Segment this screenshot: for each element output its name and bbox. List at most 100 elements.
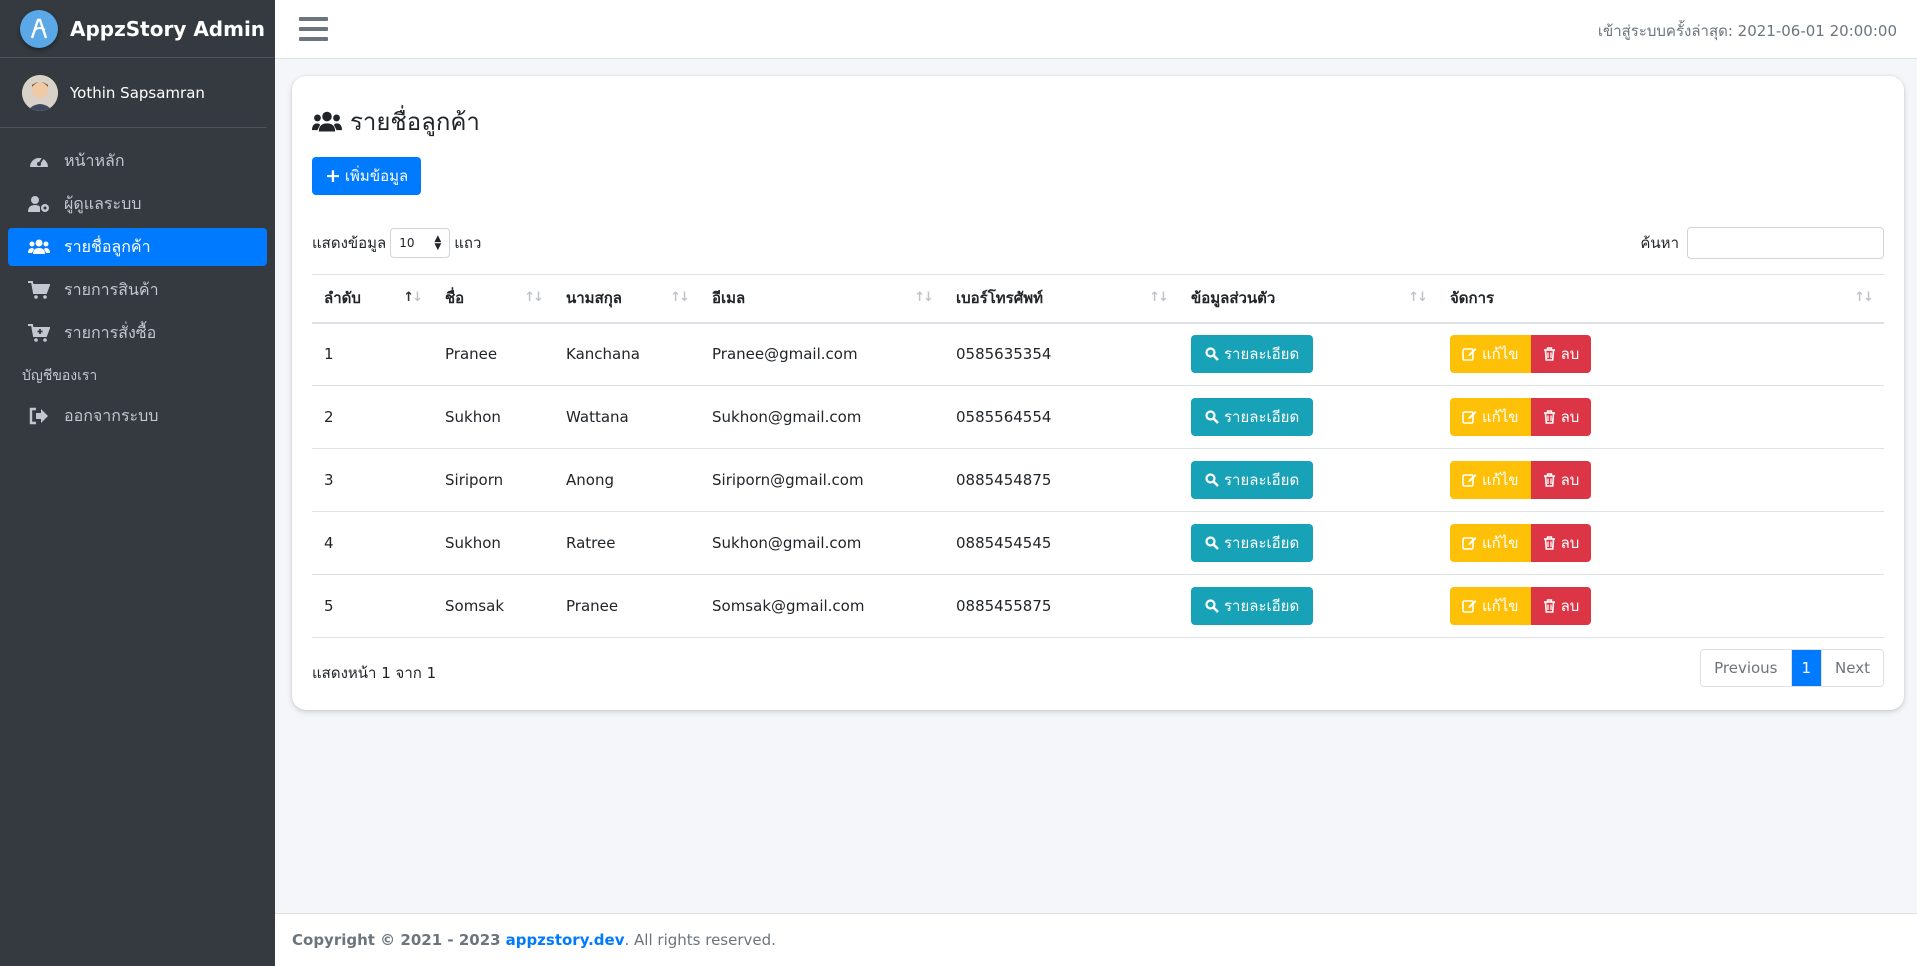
brand-link[interactable]: AppzStory Admin xyxy=(0,0,275,58)
user-name: Yothin Sapsamran xyxy=(70,83,205,102)
table-row: 2 Sukhon Wattana Sukhon@gmail.com 058556… xyxy=(312,385,1884,449)
users-icon xyxy=(28,236,50,258)
search-icon xyxy=(1205,410,1219,424)
sort-icon: ↑↓ xyxy=(670,290,690,305)
delete-button[interactable]: ลบ xyxy=(1530,461,1592,499)
cell-lastname: Anong xyxy=(554,448,700,512)
cell-profile: รายละเอียด xyxy=(1179,385,1438,449)
detail-button[interactable]: รายละเอียด xyxy=(1191,461,1314,499)
delete-button[interactable]: ลบ xyxy=(1530,524,1592,562)
trash-icon xyxy=(1543,599,1556,613)
sidebar-item-label: ออกจากระบบ xyxy=(64,405,159,425)
detail-button[interactable]: รายละเอียด xyxy=(1191,524,1314,562)
users-icon xyxy=(312,111,342,133)
pagination-previous[interactable]: Previous xyxy=(1701,650,1792,686)
sidebar-item-admins[interactable]: ผู้ดูแลระบบ xyxy=(8,185,267,223)
column-header-lastname[interactable]: นามสกุล ↑↓ xyxy=(554,274,700,324)
sidebar-item-label: รายการสินค้า xyxy=(64,279,159,299)
sidebar-nav: หน้าหลัก ผู้ดูแลระบบ รายชื่อลูกค้า รายกา… xyxy=(0,128,275,435)
brand-name: AppzStory Admin xyxy=(70,16,266,41)
detail-button[interactable]: รายละเอียด xyxy=(1191,587,1314,625)
add-button-label: เพิ่มข้อมูล xyxy=(344,167,409,185)
search-icon xyxy=(1205,599,1219,613)
delete-button-label: ลบ xyxy=(1560,408,1580,426)
footer-site-link[interactable]: appzstory.dev xyxy=(506,931,625,949)
detail-button-label: รายละเอียด xyxy=(1224,597,1300,615)
page-length-control: แสดงข้อมูล 10 ▲ ▼ แถว xyxy=(312,228,481,258)
cell-no: 4 xyxy=(312,511,433,575)
length-suffix: แถว xyxy=(454,234,482,252)
pagination-page-1[interactable]: 1 xyxy=(1791,650,1823,686)
column-header-profile[interactable]: ข้อมูลส่วนตัว ↑↓ xyxy=(1179,274,1438,324)
sidebar-item-customers[interactable]: รายชื่อลูกค้า xyxy=(8,228,267,266)
delete-button[interactable]: ลบ xyxy=(1530,335,1592,374)
edit-button[interactable]: แก้ไข xyxy=(1450,398,1531,436)
search-input[interactable] xyxy=(1687,227,1884,259)
table-row: 4 Sukhon Ratree Sukhon@gmail.com 0885454… xyxy=(312,511,1884,575)
detail-button-label: รายละเอียด xyxy=(1224,534,1300,552)
sidebar-item-orders[interactable]: รายการสั่งซื้อ xyxy=(8,314,267,352)
column-header-firstname[interactable]: ชื่อ ↑↓ xyxy=(433,274,554,324)
cell-actions: แก้ไข ลบ xyxy=(1438,322,1884,386)
sign-out-icon xyxy=(28,405,50,427)
edit-button[interactable]: แก้ไข xyxy=(1450,587,1531,625)
column-header-actions[interactable]: จัดการ ↑↓ xyxy=(1438,274,1884,324)
delete-button-label: ลบ xyxy=(1560,534,1580,552)
cell-phone: 0885454545 xyxy=(944,511,1179,575)
cell-lastname: Kanchana xyxy=(554,322,700,386)
delete-button-label: ลบ xyxy=(1560,345,1580,364)
column-header-phone[interactable]: เบอร์โทรศัพท์ ↑↓ xyxy=(944,274,1179,324)
cell-firstname: Sukhon xyxy=(433,511,554,575)
column-header-email[interactable]: อีเมล ↑↓ xyxy=(700,274,944,324)
sidebar-item-products[interactable]: รายการสินค้า xyxy=(8,271,267,309)
sort-icon: ↑↓ xyxy=(914,290,934,305)
cell-actions: แก้ไข ลบ xyxy=(1438,511,1884,575)
sidebar-item-label: รายการสั่งซื้อ xyxy=(64,322,157,342)
edit-button[interactable]: แก้ไข xyxy=(1450,335,1531,374)
edit-icon xyxy=(1462,536,1477,550)
cell-email: Sukhon@gmail.com xyxy=(700,385,944,449)
table-row: 1 Pranee Kanchana Pranee@gmail.com 05856… xyxy=(312,322,1884,386)
trash-icon xyxy=(1543,473,1556,487)
cell-profile: รายละเอียด xyxy=(1179,448,1438,512)
edit-button-label: แก้ไข xyxy=(1482,534,1519,552)
delete-button-label: ลบ xyxy=(1560,597,1580,615)
table-header-row: ลำดับ ↑↓ ชื่อ ↑↓ นามสกุล ↑↓ อีเมล ↑↓ เบอร์โท… xyxy=(312,274,1884,324)
detail-button-label: รายละเอียด xyxy=(1224,345,1300,364)
delete-button[interactable]: ลบ xyxy=(1530,587,1592,625)
sidebar-item-label: รายชื่อลูกค้า xyxy=(64,236,151,256)
customers-card: รายชื่อลูกค้า + เพิ่มข้อมูล แสดงข้อมูล 1… xyxy=(292,76,1904,710)
detail-button[interactable]: รายละเอียด xyxy=(1191,335,1314,374)
cell-email: Siriporn@gmail.com xyxy=(700,448,944,512)
delete-button[interactable]: ลบ xyxy=(1530,398,1592,436)
footer: Copyright © 2021 - 2023 appzstory.dev . … xyxy=(275,913,1917,966)
page-length-select[interactable]: 10 ▲ ▼ xyxy=(390,228,451,258)
edit-icon xyxy=(1462,473,1477,487)
edit-button[interactable]: แก้ไข xyxy=(1450,461,1531,499)
search-label: ค้นหา xyxy=(1640,234,1679,252)
edit-button-label: แก้ไข xyxy=(1482,597,1519,615)
cell-email: Sukhon@gmail.com xyxy=(700,511,944,575)
sort-icon: ↑↓ xyxy=(524,290,544,305)
edit-button-label: แก้ไข xyxy=(1482,408,1519,426)
sidebar-item-home[interactable]: หน้าหลัก xyxy=(8,142,267,180)
menu-toggle-icon[interactable] xyxy=(299,17,329,43)
footer-copyright: Copyright © 2021 - 2023 xyxy=(292,931,501,949)
cart-icon xyxy=(28,279,50,301)
cell-no: 3 xyxy=(312,448,433,512)
edit-button[interactable]: แก้ไข xyxy=(1450,524,1531,562)
user-panel[interactable]: Yothin Sapsamran xyxy=(0,58,267,128)
detail-button[interactable]: รายละเอียด xyxy=(1191,398,1314,436)
sidebar-item-logout[interactable]: ออกจากระบบ xyxy=(8,397,267,435)
table-row: 5 Somsak Pranee Somsak@gmail.com 0885455… xyxy=(312,574,1884,638)
cell-email: Somsak@gmail.com xyxy=(700,574,944,638)
edit-icon xyxy=(1462,347,1477,362)
detail-button-label: รายละเอียด xyxy=(1224,408,1300,426)
column-header-no[interactable]: ลำดับ ↑↓ xyxy=(312,274,433,324)
add-customer-button[interactable]: + เพิ่มข้อมูล xyxy=(312,157,422,195)
search-icon xyxy=(1205,473,1219,487)
customers-table: ลำดับ ↑↓ ชื่อ ↑↓ นามสกุล ↑↓ อีเมล ↑↓ เบอร์โท… xyxy=(312,274,1884,638)
last-login-text: เข้าสู่ระบบครั้งล่าสุด: 2021-06-01 20:00… xyxy=(1597,22,1897,40)
avatar xyxy=(22,74,58,111)
pagination-next[interactable]: Next xyxy=(1822,650,1883,686)
